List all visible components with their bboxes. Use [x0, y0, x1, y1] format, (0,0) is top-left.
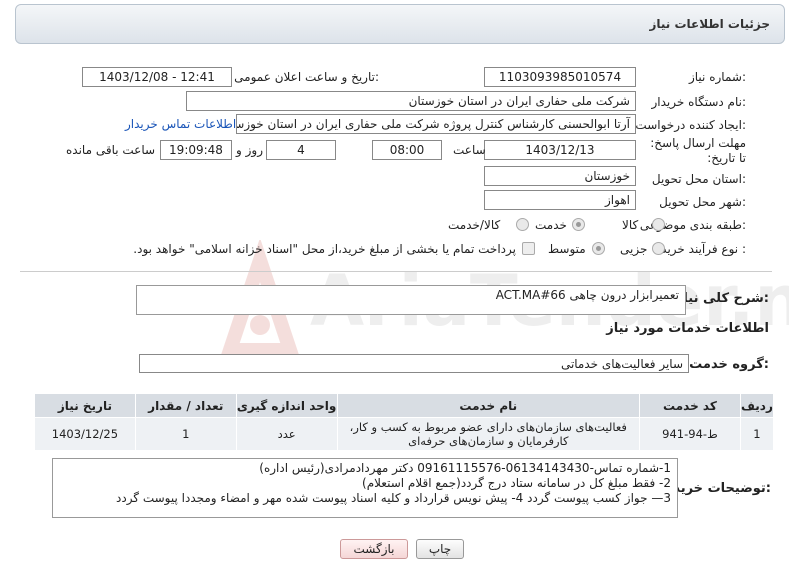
city-label: شهر محل تحویل: [659, 195, 746, 209]
announce-value: 1403/12/08 - 12:41 [82, 67, 232, 87]
services-section-title: اطلاعات خدمات مورد نیاز [606, 321, 769, 336]
announce-label: تاریخ و ساعت اعلان عمومی: [234, 70, 379, 84]
process-label: نوع فرآیند خرید : [661, 242, 746, 256]
need-number-label: شماره نیاز: [688, 70, 746, 84]
deadline-label-text: مهلت ارسال پاسخ: تا تاریخ: [650, 136, 746, 165]
category-goods-label: کالا [622, 218, 639, 232]
province-label: استان محل تحویل: [651, 172, 746, 186]
deadline-label: مهلت ارسال پاسخ: تا تاریخ: [646, 136, 746, 166]
buyer-contact-link[interactable]: اطلاعات تماس خریدار [125, 117, 236, 131]
buyer-note-line: 1-شماره تماس-06134143430-09161115576 دکت… [259, 461, 671, 475]
cell-row: 1 [739, 417, 775, 451]
creator-value: آرتا ابوالحسنی کارشناس کنترل پروژه شرکت … [236, 114, 636, 134]
cell-date: 1403/12/25 [34, 417, 136, 451]
buyer-note-line: 3— جواز کسب پیوست گردد 4- پیش نویس قرارد… [116, 491, 671, 505]
col-unit: واحد اندازه گیری [235, 393, 338, 418]
remaining-time: 19:09:48 [160, 140, 232, 160]
col-date: تاریخ نیاز [34, 393, 136, 418]
category-goods-service-radio[interactable] [516, 218, 529, 231]
divider [20, 271, 772, 272]
table-header-row: ردیف کد خدمت نام خدمت واحد اندازه گیری ت… [34, 393, 775, 418]
category-service-label: خدمت [535, 218, 567, 232]
services-table: ردیف کد خدمت نام خدمت واحد اندازه گیری ت… [34, 393, 775, 451]
treasury-payment-checkbox[interactable] [522, 242, 535, 255]
col-qty: تعداد / مقدار [134, 393, 237, 418]
page-title: جزئیات اطلاعات نیاز [649, 17, 770, 31]
city-value: اهواز [484, 190, 636, 210]
col-row: ردیف [739, 393, 775, 418]
back-button[interactable]: بازگشت [340, 539, 408, 559]
col-name: نام خدمت [336, 393, 641, 418]
category-goods-service-label: کالا/خدمت [448, 218, 501, 232]
buyer-note-line: 2- فقط مبلغ کل در سامانه ستاد درج گردد(ج… [362, 476, 671, 490]
header-panel: جزئیات اطلاعات نیاز [15, 4, 785, 44]
deadline-time-label: ساعت [453, 143, 486, 157]
process-medium-radio[interactable] [592, 242, 605, 255]
summary-textarea: تعمیرابزار درون چاهی ACT.MA#66 [136, 285, 686, 315]
deadline-days: 4 [266, 140, 336, 160]
process-medium-label: متوسط [548, 242, 586, 256]
service-group-label: گروه خدمت: [689, 357, 769, 372]
buyer-org-label: نام دستگاه خریدار: [651, 95, 747, 109]
cell-unit: عدد [235, 417, 338, 451]
buyer-notes-box: 1-شماره تماس-06134143430-09161115576 دکت… [52, 458, 678, 518]
process-minor-radio[interactable] [652, 242, 665, 255]
deadline-time: 08:00 [372, 140, 442, 160]
buyer-org-value: شرکت ملی حفاری ایران در استان خوزستان [186, 91, 636, 111]
summary-label: شرح کلی نیاز: [675, 291, 769, 306]
col-code: کد خدمت [639, 393, 741, 418]
table-row: 1 ط-94-941 فعالیت‌های سازمان‌های دارای ع… [34, 417, 775, 451]
deadline-days-label: روز و [236, 143, 263, 157]
cell-qty: 1 [134, 417, 237, 451]
province-value: خوزستان [484, 166, 636, 186]
remaining-label: ساعت باقی مانده [66, 143, 156, 157]
cell-code: ط-94-941 [639, 417, 741, 451]
need-number-value: 1103093985010574 [484, 67, 636, 87]
deadline-date: 1403/12/13 [484, 140, 636, 160]
category-service-radio[interactable] [572, 218, 585, 231]
creator-label: ایجاد کننده درخواست: [635, 118, 746, 132]
treasury-payment-note: پرداخت تمام یا بخشی از مبلغ خرید،از محل … [133, 242, 516, 256]
service-group-value: سایر فعالیت‌های خدماتی [139, 354, 689, 373]
process-minor-label: جزیی [620, 242, 648, 256]
cell-name: فعالیت‌های سازمان‌های دارای عضو مربوط به… [336, 417, 641, 451]
print-button[interactable]: چاپ [416, 539, 464, 559]
summary-value: تعمیرابزار درون چاهی ACT.MA#66 [495, 288, 679, 302]
category-goods-radio[interactable] [652, 218, 665, 231]
